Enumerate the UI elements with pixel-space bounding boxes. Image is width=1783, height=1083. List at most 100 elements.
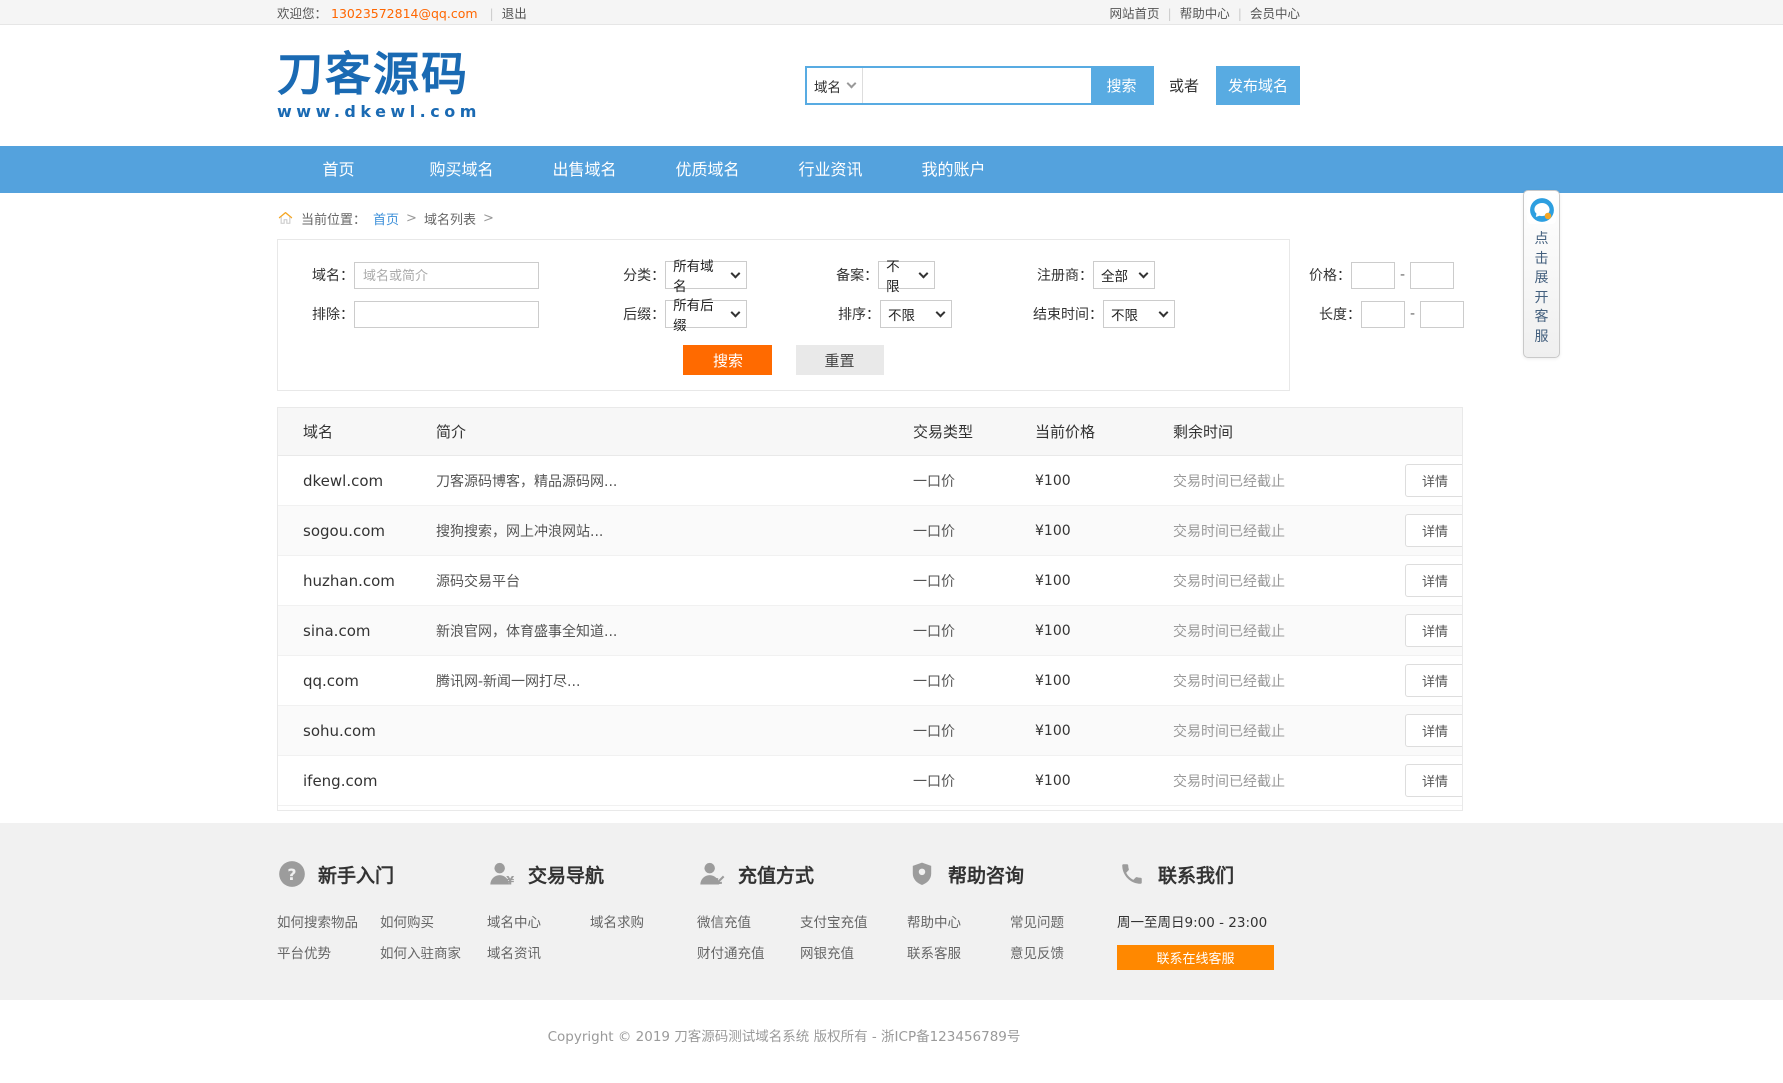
cell-price: ¥100 [1035, 523, 1173, 539]
cell-desc: 腾讯网-新闻一网打尽... [436, 671, 913, 691]
category-select[interactable]: 所有域名 [665, 261, 747, 289]
cell-time: 交易时间已经截止 [1173, 621, 1405, 641]
footer-link[interactable]: 如何入驻商家 [380, 942, 477, 962]
price-min-input[interactable] [1351, 262, 1395, 289]
footer-link[interactable]: 如何购买 [380, 911, 477, 931]
registrar-filter-label: 注册商： [997, 265, 1093, 285]
detail-button[interactable]: 详情 [1405, 764, 1462, 797]
category-select-value: 所有域名 [673, 255, 724, 295]
footer-link[interactable]: 域名求购 [590, 911, 687, 931]
price-max-input[interactable] [1410, 262, 1454, 289]
cell-price: ¥100 [1035, 723, 1173, 739]
cell-actions: 详情 [1405, 464, 1462, 497]
customer-service-tab[interactable]: 点击展开客服 [1523, 190, 1560, 358]
footer-link[interactable]: 如何搜索物品 [277, 911, 374, 931]
range-separator: - [1400, 267, 1405, 283]
nav-item-3[interactable]: 优质域名 [646, 146, 769, 193]
header-search-area: 域名 搜索 或者 发布域名 [805, 66, 1300, 105]
topbar-link-1[interactable]: 帮助中心 [1180, 6, 1230, 21]
floating-label: 点击展开客服 [1535, 230, 1549, 347]
detail-button[interactable]: 详情 [1405, 664, 1462, 697]
cell-price: ¥100 [1035, 623, 1173, 639]
filter-search-button[interactable]: 搜索 [683, 345, 772, 375]
footer-link[interactable]: 域名中心 [487, 911, 584, 931]
cell-type: 一口价 [913, 771, 1035, 791]
search-button[interactable]: 搜索 [1091, 68, 1152, 103]
nav-item-5[interactable]: 我的账户 [892, 146, 1015, 193]
footer-link[interactable]: 域名资讯 [487, 942, 584, 962]
registrar-select[interactable]: 全部 [1093, 261, 1155, 289]
suffix-filter-label: 后缀： [581, 304, 665, 324]
suffix-select[interactable]: 所有后缀 [665, 300, 747, 328]
cell-desc: 刀客源码博客，精品源码网... [436, 471, 913, 491]
column-header: 域名 [278, 421, 436, 442]
search-category-value: 域名 [814, 76, 841, 96]
user-yen-icon: ¥ [487, 859, 517, 889]
detail-button[interactable]: 详情 [1405, 464, 1462, 497]
detail-button[interactable]: 详情 [1405, 614, 1462, 647]
nav-item-4[interactable]: 行业资讯 [769, 146, 892, 193]
cell-desc: 搜狗搜索，网上冲浪网站... [436, 521, 913, 541]
search-input[interactable] [863, 68, 1091, 103]
cell-domain: sina.com [278, 622, 436, 640]
cell-desc: 源码交易平台 [436, 571, 913, 591]
domain-filter-input[interactable] [354, 262, 539, 289]
cell-actions: 详情 [1405, 664, 1462, 697]
footer-link[interactable]: 支付宝充值 [800, 911, 897, 931]
home-icon[interactable] [277, 210, 294, 226]
breadcrumb-home-link[interactable]: 首页 [373, 209, 399, 228]
footer-section-title: 联系我们 [1158, 861, 1234, 888]
chat-bubble-icon [1527, 195, 1556, 224]
cell-actions: 详情 [1405, 514, 1462, 547]
topbar-welcome: 欢迎您：13023572814@qq.com|退出 [277, 3, 527, 22]
detail-button[interactable]: 详情 [1405, 564, 1462, 597]
filter-reset-button[interactable]: 重置 [796, 345, 884, 375]
footer-link[interactable]: 网银充值 [800, 942, 897, 962]
footer-link[interactable]: 意见反馈 [1010, 942, 1107, 962]
logo-title: 刀客源码 [277, 51, 481, 97]
topbar-link-2[interactable]: 会员中心 [1250, 6, 1300, 21]
nav-item-1[interactable]: 购买域名 [400, 146, 523, 193]
topbar: 欢迎您：13023572814@qq.com|退出 网站首页|帮助中心|会员中心 [0, 0, 1783, 25]
cell-actions: 详情 [1405, 764, 1462, 797]
breadcrumb-current: 域名列表 [424, 209, 476, 228]
exclude-filter-label: 排除： [294, 304, 354, 324]
chevron-down-icon [936, 307, 946, 317]
svg-text:¥: ¥ [506, 874, 514, 888]
footer-link[interactable]: 微信充值 [697, 911, 794, 931]
publish-domain-button[interactable]: 发布域名 [1216, 66, 1300, 105]
topbar-link-0[interactable]: 网站首页 [1110, 6, 1160, 21]
record-select[interactable]: 不限 [878, 261, 935, 289]
header: 刀客源码 www.dkewl.com 域名 搜索 或者 发布域名 [0, 25, 1783, 146]
footer-section-title: 充值方式 [738, 861, 814, 888]
length-max-input[interactable] [1420, 301, 1464, 328]
detail-button[interactable]: 详情 [1405, 514, 1462, 547]
domain-filter-label: 域名： [294, 265, 354, 285]
detail-button[interactable]: 详情 [1405, 714, 1462, 747]
search-category-select[interactable]: 域名 [807, 68, 863, 103]
footer-link[interactable]: 帮助中心 [907, 911, 1004, 931]
sort-select[interactable]: 不限 [880, 300, 952, 328]
footer-link[interactable]: 平台优势 [277, 942, 374, 962]
logout-link[interactable]: 退出 [502, 6, 527, 21]
contact-service-button[interactable]: 联系在线客服 [1117, 945, 1274, 970]
nav-item-0[interactable]: 首页 [277, 146, 400, 193]
table-row: dkewl.com刀客源码博客，精品源码网...一口价¥100交易时间已经截止详… [278, 456, 1462, 506]
length-min-input[interactable] [1361, 301, 1405, 328]
exclude-filter-input[interactable] [354, 301, 539, 328]
cell-price: ¥100 [1035, 773, 1173, 789]
cell-domain: ifeng.com [278, 772, 436, 790]
footer-link[interactable]: 联系客服 [907, 942, 1004, 962]
footer-link[interactable]: 常见问题 [1010, 911, 1107, 931]
nav-item-2[interactable]: 出售域名 [523, 146, 646, 193]
chevron-down-icon [847, 79, 857, 89]
table-body: dkewl.com刀客源码博客，精品源码网...一口价¥100交易时间已经截止详… [278, 456, 1462, 806]
footer-link[interactable]: 财付通充值 [697, 942, 794, 962]
main-nav: 首页购买域名出售域名优质域名行业资讯我的账户 [0, 146, 1783, 193]
site-logo[interactable]: 刀客源码 www.dkewl.com [277, 51, 481, 120]
endtime-select[interactable]: 不限 [1103, 300, 1175, 328]
svg-text:?: ? [287, 865, 296, 884]
chevron-down-icon [731, 307, 741, 317]
endtime-filter-label: 结束时间： [1007, 304, 1103, 324]
user-email-link[interactable]: 13023572814@qq.com [331, 6, 478, 21]
